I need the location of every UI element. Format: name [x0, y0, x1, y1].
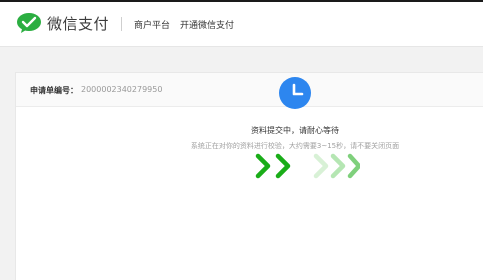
logo-text: 微信支付: [47, 14, 110, 33]
arrow-icon: [313, 153, 329, 179]
header-divider: [121, 17, 122, 31]
service-name[interactable]: 开通微信支付: [180, 18, 234, 31]
progress-arrows: [255, 153, 360, 179]
arrow-icon: [347, 153, 360, 179]
application-number-row: 申请单编号： 2000002340279950: [16, 73, 483, 107]
arrow-icon: [275, 153, 291, 179]
application-number-value: 2000002340279950: [81, 85, 163, 94]
top-header: 微信支付 商户平台 开通微信支付: [0, 2, 483, 47]
wechat-pay-icon: [17, 13, 41, 33]
arrow-icon: [330, 153, 346, 179]
status-subtitle: 系统正在对你的资料进行校验，大约需要3~15秒，请不要关闭页面: [190, 142, 400, 150]
wechat-pay-logo[interactable]: 微信支付: [15, 12, 109, 34]
arrow-icon: [255, 153, 271, 179]
platform-name[interactable]: 商户平台: [134, 18, 170, 31]
application-number-label: 申请单编号：: [30, 86, 78, 95]
status-title: 资料提交中，请耐心等待: [251, 126, 339, 135]
clock-icon: [279, 77, 311, 109]
